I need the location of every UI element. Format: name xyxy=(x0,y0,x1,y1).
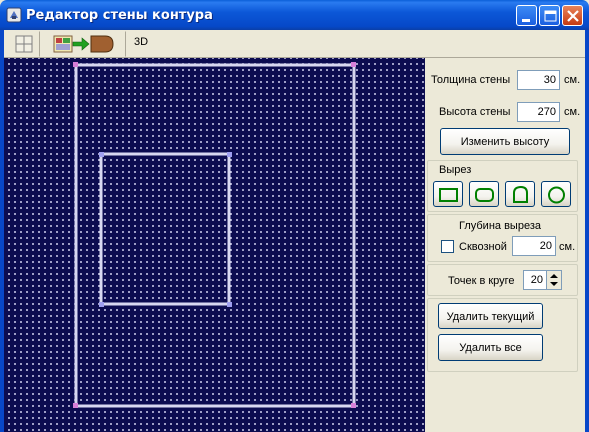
close-icon xyxy=(567,10,579,22)
corner-handle[interactable] xyxy=(73,62,78,67)
contour-drawing xyxy=(73,62,356,408)
convert-arrow-icon xyxy=(53,35,114,53)
grid-icon xyxy=(15,35,33,53)
wall-thickness-label: Толщина стены xyxy=(431,74,511,86)
depth-title: Глубина выреза xyxy=(459,220,541,232)
wall-height-label: Высота стены xyxy=(439,106,511,118)
corner-handle[interactable] xyxy=(99,302,104,307)
spinner-arrows-icon xyxy=(550,274,558,286)
properties-panel: Толщина стены 30 см. Высота стены 270 см… xyxy=(425,58,585,432)
cutout-arch-button[interactable] xyxy=(505,181,535,207)
corner-handle[interactable] xyxy=(73,403,78,408)
minimize-icon xyxy=(522,19,530,22)
depth-unit: см. xyxy=(559,241,576,253)
maximize-icon xyxy=(544,10,557,22)
window-frame-right xyxy=(585,30,589,432)
wall-thickness-unit: см. xyxy=(564,74,581,86)
drawing-canvas[interactable] xyxy=(4,58,425,432)
toolbar: 3D xyxy=(4,30,585,58)
wall-height-unit: см. xyxy=(564,106,581,118)
cutout-rectangle-button[interactable] xyxy=(433,181,463,207)
circle-points-label: Точек в круге xyxy=(448,275,515,287)
corner-handle[interactable] xyxy=(99,152,104,157)
maximize-button[interactable] xyxy=(539,5,560,26)
cutout-shape-bar xyxy=(433,181,575,209)
rounded-rectangle-icon xyxy=(475,188,494,202)
change-height-button[interactable]: Изменить высоту xyxy=(440,128,570,155)
outer-wall-contour[interactable] xyxy=(74,63,356,408)
rectangle-icon xyxy=(439,188,458,202)
arch-icon xyxy=(513,185,528,203)
corner-handle[interactable] xyxy=(227,302,232,307)
delete-all-button[interactable]: Удалить все xyxy=(438,334,543,361)
wall-height-input[interactable]: 270 xyxy=(517,102,560,122)
through-checkbox[interactable] xyxy=(441,240,454,253)
circle-icon xyxy=(548,186,565,204)
cutout-legend: Вырез xyxy=(439,164,472,176)
toolbar-grid-button[interactable] xyxy=(8,31,40,57)
through-label: Сквозной xyxy=(459,241,507,253)
corner-handle[interactable] xyxy=(227,152,232,157)
title-bar[interactable]: Редактор стены контура xyxy=(0,0,589,30)
circle-points-spinner[interactable] xyxy=(546,270,562,290)
toolbar-convert-button[interactable] xyxy=(48,31,126,57)
cutout-contour[interactable] xyxy=(99,152,231,306)
cutout-rounded-rectangle-button[interactable] xyxy=(469,181,499,207)
close-button[interactable] xyxy=(562,5,583,26)
corner-handle[interactable] xyxy=(351,62,356,67)
toolbar-3d-button[interactable]: 3D xyxy=(134,36,148,48)
window-title: Редактор стены контура xyxy=(26,8,213,23)
corner-handle[interactable] xyxy=(351,403,356,408)
circle-points-input[interactable]: 20 xyxy=(523,270,547,290)
depth-input[interactable]: 20 xyxy=(512,236,556,256)
minimize-button[interactable] xyxy=(516,5,537,26)
wall-thickness-input[interactable]: 30 xyxy=(517,70,560,90)
app-icon xyxy=(6,7,22,23)
cutout-circle-button[interactable] xyxy=(541,181,571,207)
delete-current-button[interactable]: Удалить текущий xyxy=(438,303,543,329)
